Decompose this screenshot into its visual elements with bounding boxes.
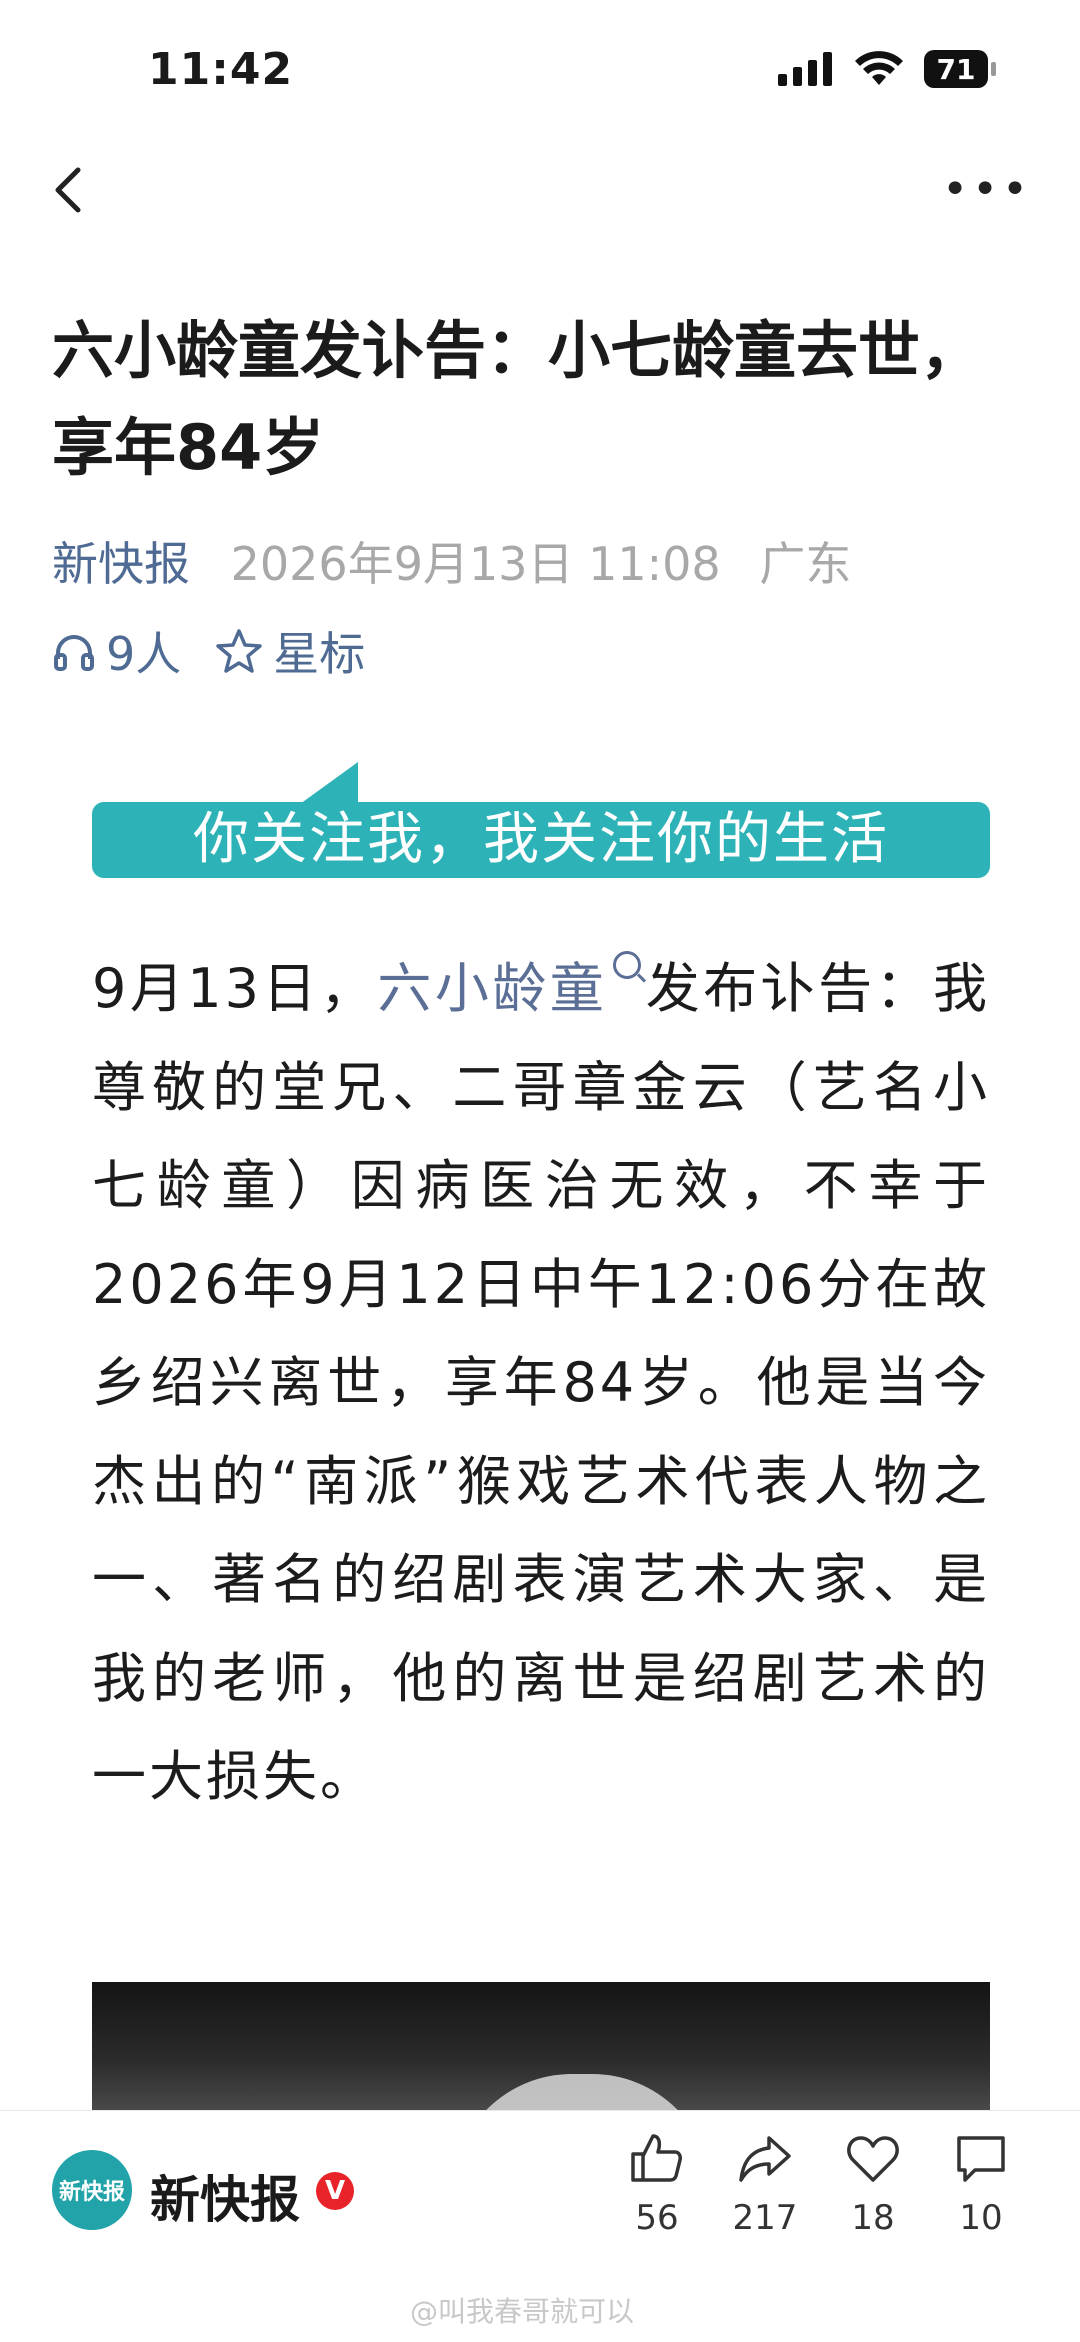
more-button[interactable]: ••• xyxy=(942,168,1032,212)
follow-banner: 你关注我，我关注你的生活 xyxy=(92,802,990,878)
comment-count: 10 xyxy=(959,2198,1003,2238)
search-icon xyxy=(613,951,642,979)
source-link[interactable]: 新快报 xyxy=(52,537,190,591)
topic-link[interactable]: 六小龄童 xyxy=(377,951,645,1020)
topic-link-label: 六小龄童 xyxy=(377,957,608,1020)
article-meta: 新快报 2026年9月13日 11:08 广东 xyxy=(52,528,851,594)
article-title: 六小龄童发讣告：小七龄童去世，享年84岁 xyxy=(52,314,983,484)
comment-icon xyxy=(957,2136,1005,2182)
publisher-logo[interactable]: 新快报 xyxy=(52,2150,132,2230)
body-lead: 9月13日， xyxy=(92,957,378,1020)
headphones-icon xyxy=(54,635,94,671)
status-time: 11:42 xyxy=(148,44,294,95)
listeners-count: 9人 xyxy=(106,627,182,681)
thumbs-up-icon xyxy=(631,2134,682,2182)
status-icons: 71 xyxy=(778,50,996,88)
heart-icon xyxy=(847,2136,899,2182)
favorite-button[interactable]: 18 xyxy=(828,2132,918,2238)
body-rest: 发布讣告：我尊敬的堂兄、二哥章金云（艺名小七龄童）因病医治无效，不幸于2026年… xyxy=(92,957,991,1808)
article-actions: 9人 星标 xyxy=(52,618,365,684)
like-count: 56 xyxy=(635,2198,679,2238)
banner-pointer xyxy=(300,762,358,804)
chevron-left-icon xyxy=(55,167,81,213)
verified-badge: V xyxy=(316,2172,354,2210)
wifi-icon xyxy=(855,51,903,85)
star-icon xyxy=(216,629,263,673)
back-button[interactable] xyxy=(40,160,100,220)
share-icon xyxy=(739,2136,791,2182)
watermark: @叫我春哥就可以 xyxy=(410,2295,635,2328)
article-body: 9月13日，六小龄童 发布讣告：我尊敬的堂兄、二哥章金云（艺名小七龄童）因病医治无… xyxy=(92,940,990,1827)
comment-button[interactable]: 10 xyxy=(936,2132,1026,2238)
share-count: 217 xyxy=(732,2198,798,2238)
listen-button[interactable]: 9人 xyxy=(52,618,181,684)
article-photo[interactable] xyxy=(92,1982,990,2112)
location: 广东 xyxy=(759,537,852,591)
battery-icon: 71 xyxy=(924,50,996,88)
star-label: 星标 xyxy=(273,627,366,681)
publisher-name[interactable]: 新快报 xyxy=(150,2160,300,2232)
star-button[interactable]: 星标 xyxy=(215,618,365,684)
favorite-count: 18 xyxy=(851,2198,895,2238)
publish-date: 2026年9月13日 11:08 xyxy=(230,537,721,591)
share-button[interactable]: 217 xyxy=(720,2132,810,2238)
like-button[interactable]: 56 xyxy=(612,2132,702,2238)
signal-icon xyxy=(778,52,832,86)
